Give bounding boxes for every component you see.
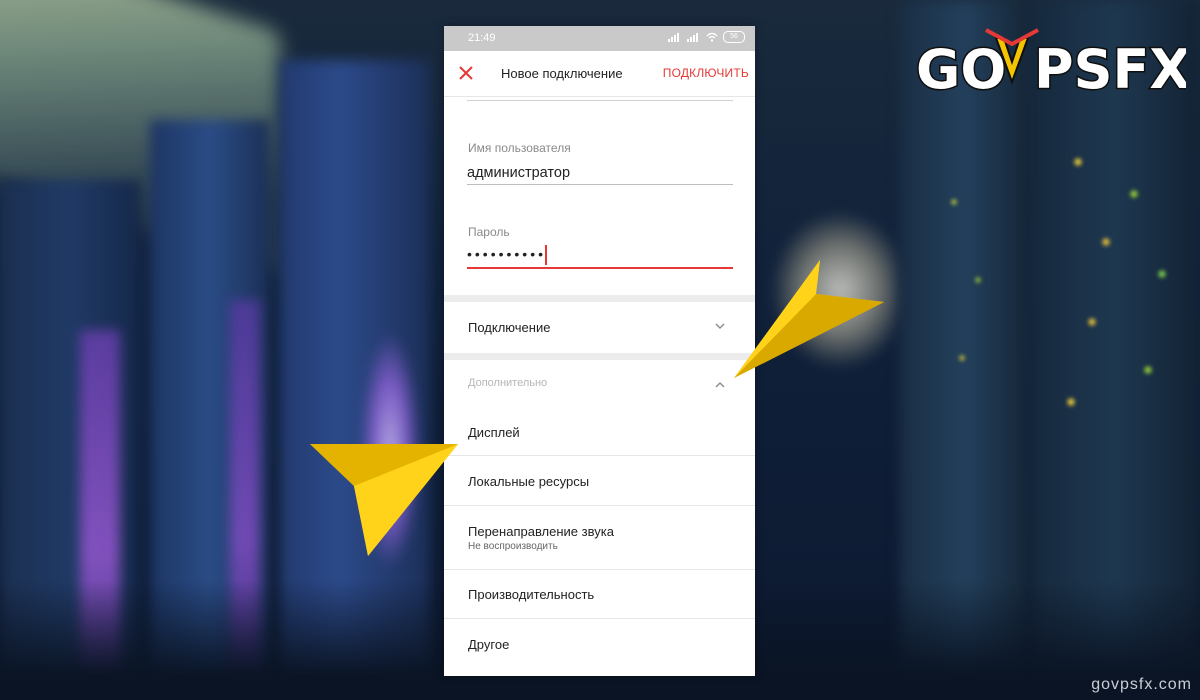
advanced-section-header[interactable]: Дополнительно [444, 360, 755, 406]
svg-text:GO: GO [916, 38, 1006, 101]
svg-text:PSFX: PSFX [1034, 38, 1186, 101]
phone-screen: 21:49 56 Новое подключение ПОДКЛЮЧИТЬ Им… [444, 26, 755, 676]
advanced-item-local-resources[interactable]: Локальные ресурсы [444, 456, 755, 506]
username-label: Имя пользователя [468, 141, 571, 155]
previous-field-underline [467, 100, 733, 101]
password-field[interactable]: •••••••••• [467, 246, 546, 262]
arrow-pointer-icon [734, 260, 884, 378]
signal-icon [668, 32, 682, 42]
password-label: Пароль [468, 225, 510, 239]
advanced-item-label: Перенаправление звука [468, 524, 614, 539]
connect-button[interactable]: ПОДКЛЮЧИТЬ [663, 66, 749, 80]
close-icon[interactable] [458, 65, 474, 81]
section-separator [444, 353, 755, 360]
signal-icon-2 [687, 32, 701, 42]
advanced-item-label: Дисплей [468, 425, 520, 440]
connection-section-header[interactable]: Подключение [444, 302, 755, 353]
app-bar: Новое подключение ПОДКЛЮЧИТЬ [444, 51, 755, 97]
brand-logo: GO PSFX [915, 20, 1193, 110]
username-underline [467, 184, 733, 185]
advanced-label: Дополнительно [468, 377, 548, 389]
advanced-item-display[interactable]: Дисплей [444, 411, 755, 456]
wifi-icon [706, 32, 718, 42]
connection-label: Подключение [468, 320, 551, 335]
chevron-up-icon [715, 382, 725, 388]
watermark-text: govpsfx.com [1091, 676, 1192, 693]
battery-icon: 56 [723, 31, 745, 43]
status-time: 21:49 [468, 32, 496, 44]
advanced-item-performance[interactable]: Производительность [444, 570, 755, 618]
section-separator [444, 295, 755, 302]
chevron-down-icon [715, 323, 725, 329]
arrow-pointer-icon [310, 444, 458, 556]
advanced-item-sound-redirect[interactable]: Перенаправление звука Не воспроизводить [444, 506, 755, 569]
username-field[interactable]: администратор [467, 165, 570, 181]
advanced-item-other[interactable]: Другое [444, 619, 755, 676]
text-caret [545, 245, 547, 265]
advanced-item-sublabel: Не воспроизводить [468, 541, 558, 552]
advanced-item-label: Локальные ресурсы [468, 474, 590, 489]
page-title: Новое подключение [501, 66, 623, 81]
advanced-item-label: Производительность [468, 587, 595, 602]
password-underline [467, 267, 733, 269]
status-bar: 21:49 56 [444, 26, 755, 51]
advanced-item-label: Другое [468, 637, 510, 652]
